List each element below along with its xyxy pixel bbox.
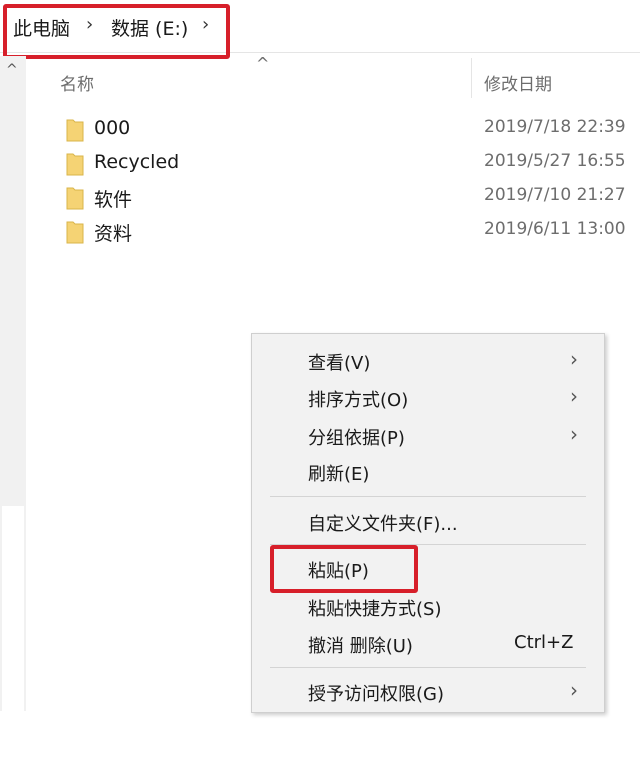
folder-icon xyxy=(66,119,84,142)
menu-item-paste-shortcut[interactable]: 粘贴快捷方式(S) xyxy=(252,589,604,625)
menu-item-label: 刷新(E) xyxy=(308,464,370,485)
submenu-arrow-icon: › xyxy=(570,384,578,408)
menu-item-label: 分组依据(P) xyxy=(308,428,405,449)
file-name: 000 xyxy=(94,117,131,139)
breadcrumb-highlight-box xyxy=(3,4,230,59)
file-row[interactable]: 资料 2019/6/11 13:00 xyxy=(60,216,640,248)
menu-item-label: 查看(V) xyxy=(308,353,371,374)
scroll-up-icon[interactable]: ^ xyxy=(6,62,18,78)
file-row[interactable]: 000 2019/7/18 22:39 xyxy=(60,114,640,146)
menu-item-sort-by[interactable]: 排序方式(O) › xyxy=(252,380,604,416)
file-row[interactable]: Recycled 2019/5/27 16:55 xyxy=(60,148,640,180)
menu-separator xyxy=(270,667,586,668)
scrollbar-thumb[interactable] xyxy=(2,506,24,766)
submenu-arrow-icon: › xyxy=(570,678,578,702)
file-date-modified: 2019/6/11 13:00 xyxy=(484,219,626,239)
file-name: 软件 xyxy=(94,189,133,211)
menu-item-label: 粘贴快捷方式(S) xyxy=(308,599,442,620)
folder-icon xyxy=(66,221,84,244)
menu-item-group-by[interactable]: 分组依据(P) › xyxy=(252,418,604,454)
folder-icon xyxy=(66,187,84,210)
menu-item-label: 撤消 删除(U) xyxy=(308,636,413,657)
file-date-modified: 2019/5/27 16:55 xyxy=(484,151,626,171)
file-row[interactable]: 软件 2019/7/10 21:27 xyxy=(60,182,640,214)
menu-item-customize-folder[interactable]: 自定义文件夹(F)... xyxy=(252,504,604,540)
menu-item-label: 排序方式(O) xyxy=(308,390,409,411)
file-name: 资料 xyxy=(94,223,133,245)
menu-item-label: 自定义文件夹(F)... xyxy=(308,514,458,535)
menu-separator xyxy=(270,496,586,497)
submenu-arrow-icon: › xyxy=(570,347,578,371)
context-menu: 查看(V) › 排序方式(O) › 分组依据(P) › 刷新(E) 自定义文件夹… xyxy=(251,333,605,713)
nav-pane-scrollbar[interactable]: ^ xyxy=(0,56,26,766)
submenu-arrow-icon: › xyxy=(570,422,578,446)
menu-item-view[interactable]: 查看(V) › xyxy=(252,343,604,379)
folder-icon xyxy=(66,153,84,176)
file-date-modified: 2019/7/18 22:39 xyxy=(484,117,626,137)
menu-item-give-access[interactable]: 授予访问权限(G) › xyxy=(252,674,604,710)
sort-ascending-icon: ^ xyxy=(256,54,270,73)
column-header-date-modified[interactable]: 修改日期 xyxy=(484,70,552,95)
menu-item-refresh[interactable]: 刷新(E) xyxy=(252,454,604,490)
column-divider[interactable] xyxy=(471,58,472,98)
file-date-modified: 2019/7/10 21:27 xyxy=(484,185,626,205)
column-header-name[interactable]: 名称 xyxy=(60,70,94,95)
menu-item-label: 授予访问权限(G) xyxy=(308,684,444,705)
menu-item-undo-delete[interactable]: 撤消 删除(U) Ctrl+Z xyxy=(252,626,604,662)
menu-item-shortcut: Ctrl+Z xyxy=(514,632,574,653)
paste-highlight-box xyxy=(270,545,418,593)
file-name: Recycled xyxy=(94,151,180,173)
